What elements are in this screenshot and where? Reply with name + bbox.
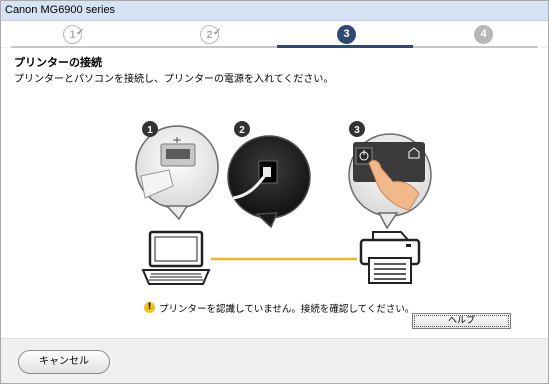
laptop-icon — [141, 230, 211, 285]
step-1-number: 1 — [69, 29, 76, 41]
step-indicator: 1 ✓ 2 ✓ 3 4 — [1, 21, 548, 48]
printer-port-illustration — [227, 135, 311, 229]
step-4-number: 4 — [480, 28, 487, 40]
footer-bar: キャンセル — [1, 338, 548, 383]
svg-text:1: 1 — [147, 125, 153, 136]
error-message: プリンターを認識していません。接続を確認してください。 — [159, 304, 415, 315]
check-icon: ✓ — [76, 27, 85, 38]
check-icon: ✓ — [213, 27, 222, 38]
usb-port-illustration — [135, 125, 219, 221]
warning-icon: ! — [144, 302, 155, 313]
step-1: 1 ✓ — [63, 25, 85, 44]
title-bar: Canon MG6900 series — [1, 1, 548, 21]
power-button-illustration — [348, 133, 432, 230]
svg-text:3: 3 — [354, 125, 360, 136]
help-button[interactable]: ヘルプ — [412, 313, 511, 329]
installer-window: Canon MG6900 series 1 ✓ 2 ✓ 3 4 プリンターの接続… — [0, 0, 549, 384]
main-content: プリンターの接続 プリンターとパソコンを接続し、プリンターの電源を入れてください… — [1, 48, 548, 338]
step-badge-3: 3 — [349, 121, 365, 137]
window-title: Canon MG6900 series — [5, 4, 116, 16]
step-3-number: 3 — [343, 28, 350, 40]
connection-illustration: 1 2 3 — [135, 121, 432, 285]
step-2-number: 2 — [206, 29, 213, 41]
step-badge-2: 2 — [234, 121, 250, 137]
cancel-button[interactable]: キャンセル — [18, 350, 110, 374]
step-badge-1: 1 — [142, 121, 158, 137]
svg-text:2: 2 — [239, 125, 245, 136]
step-2: 2 ✓ — [200, 25, 222, 44]
step-3: 3 — [337, 25, 356, 44]
printer-icon — [359, 231, 421, 284]
step-4: 4 — [474, 25, 493, 44]
